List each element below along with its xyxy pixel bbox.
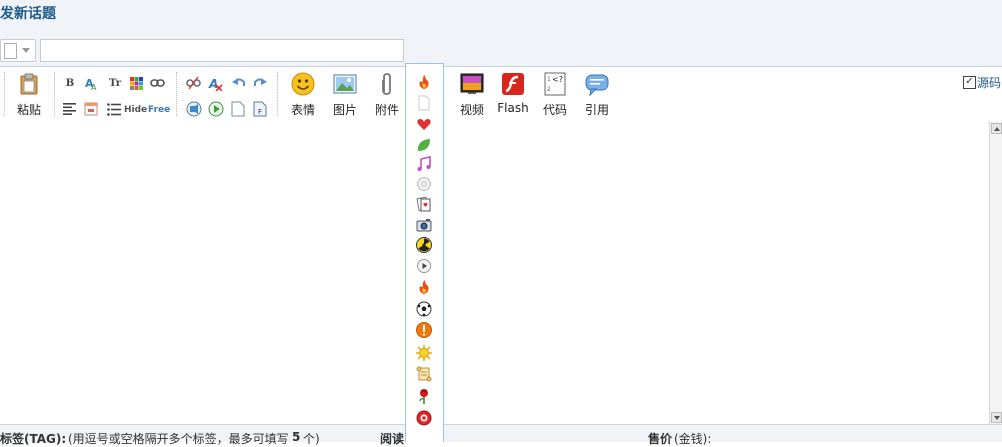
page-icon[interactable]: [231, 101, 245, 117]
free-button[interactable]: Free: [148, 103, 170, 117]
svg-text:A: A: [91, 83, 97, 91]
image-button[interactable]: 图片: [328, 72, 362, 118]
paperclip-icon: [382, 73, 391, 95]
quote-button[interactable]: 引用: [580, 72, 614, 118]
color-icon[interactable]: [130, 77, 143, 90]
subject-input[interactable]: [40, 39, 404, 62]
editor-toolbar: 粘贴 B AA Tr Hide Free A F 表情 图片 附件 视频 Fla…: [0, 66, 1002, 123]
cards-icon[interactable]: [416, 196, 432, 212]
page-title: 发新话题: [0, 6, 56, 22]
toolbar-separator: [176, 72, 177, 116]
media-icon[interactable]: [208, 101, 224, 117]
price-hint: (金钱):: [674, 432, 712, 446]
align-icon[interactable]: [63, 103, 76, 115]
tags-label: 标签(TAG):: [0, 432, 67, 446]
tags-hint: (用逗号或空格隔开多个标签，最多可填写: [68, 432, 289, 446]
svg-text:F: F: [258, 108, 262, 116]
fire-icon[interactable]: [416, 74, 432, 90]
attachment-label: 附件: [374, 103, 399, 117]
editor-textarea[interactable]: [0, 122, 988, 424]
tags-count: 5: [292, 430, 301, 444]
chevron-down-icon: [22, 48, 30, 53]
camera-icon[interactable]: [416, 217, 432, 233]
icon-picker-dropdown: [405, 63, 444, 442]
tags-unit: 个): [303, 432, 320, 446]
svg-text:A: A: [208, 77, 218, 91]
svg-text:<?: <?: [552, 75, 563, 84]
disc-icon[interactable]: [416, 176, 432, 192]
toolbar-separator: [54, 72, 55, 116]
editor-scrollbar[interactable]: [989, 122, 1002, 424]
flash-label: Flash: [497, 101, 529, 115]
video-button[interactable]: 视频: [455, 72, 489, 118]
svg-text:1: 1: [547, 76, 551, 83]
scroll-up-icon[interactable]: [991, 123, 1002, 134]
code-icon: 1 2<?: [544, 72, 566, 96]
source-mode-checkbox[interactable]: ✓: [963, 76, 976, 89]
emoticon-label: 表情: [290, 103, 315, 117]
heart-icon[interactable]: [416, 116, 432, 132]
source-mode-label[interactable]: 源码: [977, 74, 1001, 91]
soccer-icon[interactable]: [416, 301, 432, 317]
smiley-icon: [291, 72, 315, 96]
clipboard-icon: [20, 73, 38, 95]
link-icon[interactable]: [150, 77, 165, 89]
code-button[interactable]: 1 2 <? 代码: [538, 72, 572, 118]
audio-icon[interactable]: [186, 101, 202, 117]
quote-label: 引用: [584, 103, 609, 117]
lifebuoy-icon[interactable]: [416, 410, 432, 426]
fire-icon[interactable]: [416, 279, 432, 295]
warning-icon[interactable]: [416, 322, 432, 338]
play-icon[interactable]: [416, 258, 432, 274]
rose-icon[interactable]: [416, 388, 432, 404]
svg-text:2: 2: [547, 86, 551, 93]
video-label: 视频: [459, 103, 484, 117]
flash-icon: [502, 73, 524, 95]
unlink-icon[interactable]: [186, 76, 201, 90]
scroll-icon[interactable]: [416, 366, 432, 382]
sun-icon[interactable]: [416, 345, 432, 361]
scroll-down-icon[interactable]: [991, 412, 1002, 423]
price-label: 售价: [648, 432, 673, 446]
font-size-button[interactable]: Tr: [106, 77, 124, 91]
blank-icon[interactable]: [416, 95, 432, 111]
music-icon[interactable]: [416, 156, 432, 172]
bottom-options-bar: 标签(TAG): (用逗号或空格隔开多个标签，最多可填写 5 个) 阅读 售价 …: [0, 424, 1002, 446]
paste-label: 粘贴: [16, 103, 41, 117]
code-label: 代码: [542, 103, 567, 117]
undo-icon[interactable]: [232, 76, 246, 89]
toolbar-separator: [277, 72, 278, 116]
image-label: 图片: [332, 103, 357, 117]
attachment-button[interactable]: 附件: [370, 72, 404, 118]
bold-button[interactable]: B: [63, 77, 77, 91]
flash-button[interactable]: Flash: [495, 72, 531, 115]
video-icon: [460, 73, 484, 94]
emoticon-button[interactable]: 表情: [286, 72, 320, 118]
paste-button[interactable]: 粘贴: [12, 72, 46, 118]
page-break-icon[interactable]: F: [253, 101, 267, 117]
read-permission-label: 阅读: [380, 432, 405, 446]
leaf-icon[interactable]: [416, 137, 432, 153]
hide-button[interactable]: Hide: [124, 103, 147, 117]
post-type-select[interactable]: [0, 39, 36, 62]
table-icon[interactable]: [84, 102, 98, 116]
clear-format-icon[interactable]: A: [208, 76, 223, 91]
speech-bubble-icon: [585, 74, 609, 97]
font-icon[interactable]: AA: [84, 76, 99, 91]
list-icon[interactable]: [107, 103, 121, 116]
toolbar-separator: [4, 72, 5, 116]
document-icon: [4, 43, 17, 59]
redo-icon[interactable]: [253, 76, 267, 89]
picture-icon: [333, 74, 357, 94]
radiation-icon[interactable]: [416, 237, 432, 253]
